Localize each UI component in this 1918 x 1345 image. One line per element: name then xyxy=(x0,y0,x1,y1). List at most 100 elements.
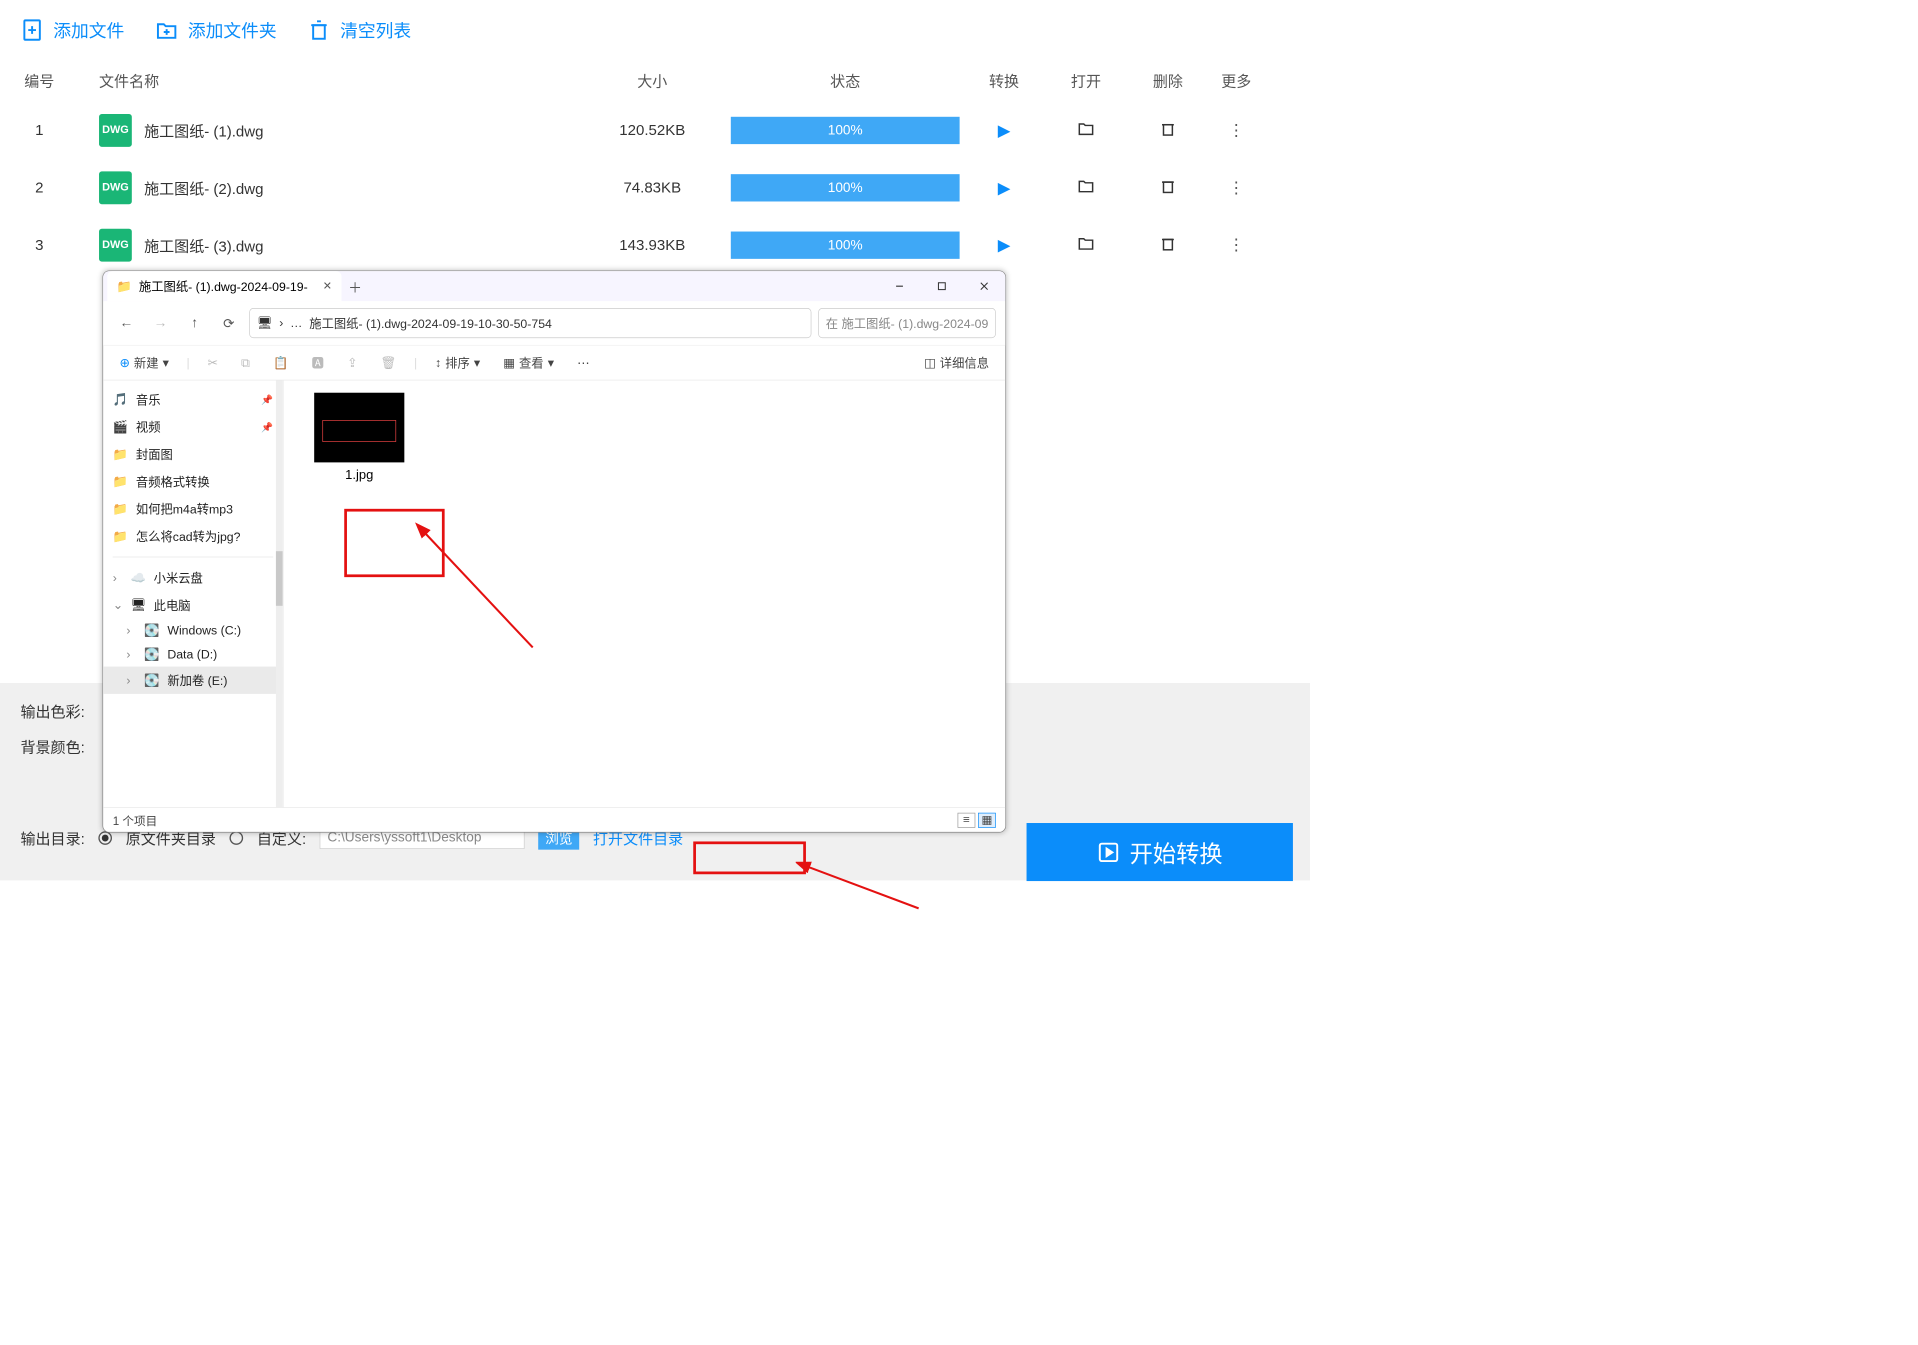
th-number: 编号 xyxy=(0,70,79,92)
clipboard-icon: 📋 xyxy=(273,356,288,370)
new-button[interactable]: ⊕新建▾ xyxy=(114,351,174,374)
drive-icon: 💽 xyxy=(144,624,159,638)
delete-button[interactable] xyxy=(1124,120,1213,142)
explorer-tab[interactable]: 📁 施工图纸- (1).dwg-2024-09-19- ✕ xyxy=(107,271,341,301)
sidebar-item-m4a[interactable]: 📁 如何把m4a转mp3 xyxy=(103,495,283,522)
thumbnail-image xyxy=(314,393,404,463)
explorer-sidebar: 🎵音乐📌 🎬视频📌 📁封面图 📁音频格式转换 📁 如何把m4a转mp3 📁怎么将c… xyxy=(103,380,283,807)
orig-dir-radio[interactable] xyxy=(98,831,112,845)
sidebar-item-label: 视频 xyxy=(136,418,161,436)
address-bar[interactable]: 🖥› … 施工图纸- (1).dwg-2024-09-19-10-30-50-7… xyxy=(249,308,811,338)
th-size: 大小 xyxy=(574,70,731,92)
add-file-button[interactable]: 添加文件 xyxy=(20,17,124,42)
plus-circle-icon: ⊕ xyxy=(120,356,130,370)
tab-close-icon[interactable]: ✕ xyxy=(323,279,332,293)
sidebar-item-label: 如何把m4a转mp3 xyxy=(136,500,233,518)
cell-size: 143.93KB xyxy=(574,236,731,254)
delete-button[interactable] xyxy=(1124,177,1213,199)
explorer-content[interactable]: 1.jpg xyxy=(283,380,1005,807)
add-folder-label: 添加文件夹 xyxy=(188,17,277,42)
cut-button[interactable]: ✂ xyxy=(202,353,223,373)
view-button[interactable]: ▦查看▾ xyxy=(498,351,560,374)
th-open: 打开 xyxy=(1048,70,1123,92)
sidebar-item-drive-e[interactable]: ›💽新加卷 (E:) xyxy=(103,667,283,694)
folder-open-icon xyxy=(1077,177,1095,195)
file-thumbnail[interactable]: 1.jpg xyxy=(314,393,404,483)
sidebar-item-cover[interactable]: 📁封面图 xyxy=(103,441,283,468)
explorer-body: 🎵音乐📌 🎬视频📌 📁封面图 📁音频格式转换 📁 如何把m4a转mp3 📁怎么将c… xyxy=(103,380,1005,807)
convert-button[interactable]: ▶ xyxy=(960,121,1049,141)
cell-num: 3 xyxy=(0,236,79,254)
more-button[interactable]: ⋮ xyxy=(1212,121,1260,141)
sidebar-item-label: 此电脑 xyxy=(154,596,191,614)
sidebar-item-thispc[interactable]: ⌄🖥此电脑 xyxy=(103,591,283,618)
cell-size: 74.83KB xyxy=(574,179,731,197)
chevron-down-icon: ⌄ xyxy=(113,598,123,612)
more-tools-button[interactable]: ⋯ xyxy=(572,353,595,373)
more-button[interactable]: ⋮ xyxy=(1212,235,1260,255)
new-tab-button[interactable]: ＋ xyxy=(341,276,368,296)
panel-icon: ◫ xyxy=(924,356,936,370)
sidebar-item-label: 新加卷 (E:) xyxy=(167,671,227,689)
grid-view-icon[interactable]: ▦ xyxy=(978,812,996,827)
trash-row-icon xyxy=(1159,120,1177,138)
rename-button[interactable]: 🅰 xyxy=(306,351,329,374)
open-button[interactable] xyxy=(1048,177,1123,199)
sidebar-item-drive-d[interactable]: ›💽Data (D:) xyxy=(103,643,283,667)
chevron-right-icon: › xyxy=(126,624,136,638)
th-delete: 删除 xyxy=(1124,70,1213,92)
sidebar-scroll-thumb[interactable] xyxy=(276,551,283,606)
maximize-button[interactable] xyxy=(921,271,963,301)
paste-button[interactable]: 📋 xyxy=(268,353,294,373)
play-icon: ▶ xyxy=(998,121,1011,139)
top-toolbar: 添加文件 添加文件夹 清空列表 xyxy=(0,0,1310,59)
sidebar-item-xiaomi[interactable]: ›☁️小米云盘 xyxy=(103,564,283,591)
open-button[interactable] xyxy=(1048,120,1123,142)
convert-button[interactable]: ▶ xyxy=(960,178,1049,198)
folder-icon: 📁 xyxy=(113,502,128,516)
trash-button[interactable]: 🗑 xyxy=(375,353,402,373)
table-row: 1 DWG施工图纸- (1).dwg 120.52KB 100% ▶ ⋮ xyxy=(0,102,1310,159)
chevron-right-icon: › xyxy=(279,316,283,330)
custom-dir-radio[interactable] xyxy=(230,831,244,845)
list-view-icon[interactable]: ≡ xyxy=(958,812,976,827)
sidebar-item-cadjpg[interactable]: 📁怎么将cad转为jpg? xyxy=(103,522,283,549)
chevron-down-icon: ▾ xyxy=(474,356,480,370)
sidebar-item-music[interactable]: 🎵音乐📌 xyxy=(103,386,283,413)
sort-button[interactable]: ↕排序▾ xyxy=(430,351,486,374)
start-convert-button[interactable]: 开始转换 xyxy=(1027,823,1293,881)
copy-button[interactable]: ⧉ xyxy=(236,353,256,373)
delete-button[interactable] xyxy=(1124,234,1213,256)
nav-forward-button[interactable]: → xyxy=(147,311,174,336)
sidebar-item-audiofmt[interactable]: 📁音频格式转换 xyxy=(103,468,283,495)
sidebar-item-video[interactable]: 🎬视频📌 xyxy=(103,413,283,440)
nav-refresh-button[interactable]: ⟳ xyxy=(215,311,242,336)
cell-status: 100% xyxy=(731,232,960,259)
nav-up-button[interactable]: ↑ xyxy=(181,311,208,336)
cell-num: 2 xyxy=(0,179,79,197)
trash-row-icon xyxy=(1159,177,1177,195)
close-window-button[interactable] xyxy=(963,271,1005,301)
convert-button[interactable]: ▶ xyxy=(960,235,1049,255)
dwg-badge: DWG xyxy=(99,171,132,204)
search-placeholder: 在 施工图纸- (1).dwg-2024-09 xyxy=(826,314,989,332)
minimize-button[interactable] xyxy=(878,271,920,301)
music-icon: 🎵 xyxy=(113,392,128,406)
add-folder-button[interactable]: 添加文件夹 xyxy=(155,17,277,42)
sort-icon: ↕ xyxy=(435,356,441,370)
pin-icon: 📌 xyxy=(261,394,273,406)
search-input[interactable]: 在 施工图纸- (1).dwg-2024-09 xyxy=(818,308,996,338)
share-button[interactable]: ⇪ xyxy=(342,353,363,373)
th-name: 文件名称 xyxy=(79,70,574,92)
sidebar-item-drive-c[interactable]: ›💽Windows (C:) xyxy=(103,619,283,643)
more-button[interactable]: ⋮ xyxy=(1212,178,1260,198)
details-button[interactable]: ◫详细信息 xyxy=(919,351,995,374)
open-button[interactable] xyxy=(1048,234,1123,256)
play-icon: ▶ xyxy=(998,236,1011,254)
progress-bar: 100% xyxy=(731,174,960,201)
ellipsis-icon: … xyxy=(290,316,302,330)
table-row: 3 DWG施工图纸- (3).dwg 143.93KB 100% ▶ ⋮ xyxy=(0,217,1310,274)
nav-back-button[interactable]: ← xyxy=(113,311,140,336)
file-explorer-window: 📁 施工图纸- (1).dwg-2024-09-19- ✕ ＋ ← → ↑ ⟳ … xyxy=(102,270,1006,832)
clear-list-button[interactable]: 清空列表 xyxy=(307,17,411,42)
